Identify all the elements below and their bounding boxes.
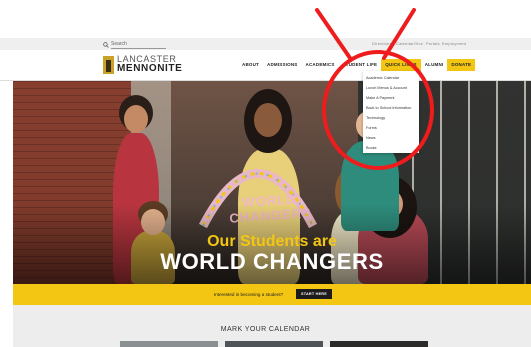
annotation-arrow-right-icon — [382, 8, 416, 60]
annotation-arrow-left-icon — [315, 8, 352, 60]
annotation-circle-icon — [322, 50, 434, 170]
page: Directions Calendar Give Portals Employm… — [0, 0, 531, 347]
annotation-overlay-icon — [315, 8, 434, 170]
